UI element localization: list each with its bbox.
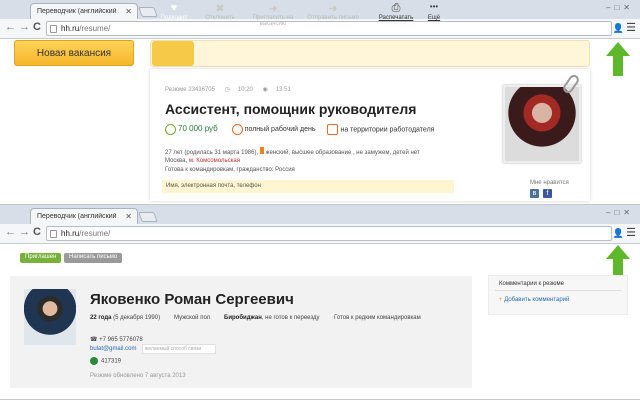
reject-button[interactable]: ✖ Отклонить [196, 2, 244, 21]
tab-title: Переводчик (английский я [37, 213, 119, 220]
travel-info: Готов к редким командировкам [334, 315, 421, 321]
person-icon[interactable]: 👤 [613, 23, 624, 34]
window-controls[interactable]: –□✕ [606, 3, 634, 12]
divider [495, 290, 621, 291]
invited-badge[interactable]: Приглашен [20, 253, 62, 263]
suitable-highlight [152, 41, 194, 66]
browser-window-1: Переводчик (английский я ✕ –□✕ ← → C hh.… [0, 0, 640, 205]
travel-info: Готова к командировкам, гражданство: Рос… [165, 167, 295, 173]
resume-views: 13:51 [275, 87, 291, 93]
updated-date: Резюме обновлено 7 августа 2013 [90, 373, 186, 379]
address-bar[interactable]: hh.ru/resume/ [46, 226, 612, 241]
city-info: Москва, м. Комсомольская [165, 158, 240, 164]
browser-tab[interactable]: Переводчик (английский я ✕ [30, 3, 138, 19]
tab-title: Переводчик (английский я [37, 8, 119, 15]
money-icon [165, 124, 176, 135]
plus-icon: + [499, 297, 503, 303]
resume-id: Резюме 23436705 [165, 87, 215, 93]
clock-icon: ◷ [224, 87, 230, 93]
reload-icon[interactable]: C [33, 21, 41, 33]
page-icon [50, 230, 57, 238]
resume-title: Ассистент, помощник руководителя [165, 101, 417, 117]
age-info: 22 года (5 декабря 1990) [90, 315, 161, 321]
up-arrow-icon [606, 245, 630, 279]
skype-icon [90, 357, 98, 365]
phone-icon: ☎ [90, 337, 98, 343]
suitable-button[interactable]: ♥ Подходит [150, 2, 198, 21]
comments-panel: Комментарии к резюме + Добавить коммента… [488, 275, 628, 315]
up-arrow-icon [606, 42, 630, 76]
address-bar[interactable]: hh.ru/resume/ [46, 21, 612, 36]
new-tab-button[interactable] [138, 212, 158, 222]
new-vacancy-button[interactable]: Новая вакансия [14, 40, 134, 66]
phone-info: ☎ +7 965 5776078 [90, 337, 143, 343]
candidate-photo [503, 85, 581, 163]
vk-share-icon[interactable]: в [530, 189, 539, 198]
url-host: hh.ru [61, 24, 80, 33]
personal-info: 27 лет (родилась 31 марта 1986), женский… [165, 147, 420, 156]
more-icon: ••• [429, 2, 439, 11]
add-comment-link[interactable]: + Добавить комментарий [499, 297, 569, 303]
heart-icon: ♥ [170, 2, 178, 14]
write-letter-button[interactable]: Написать письмо [64, 253, 123, 263]
browser-tab[interactable]: Переводчик (английский я ✕ [30, 208, 138, 224]
page-icon [50, 25, 57, 33]
metro-link[interactable]: м. Комсомольская [189, 158, 240, 164]
resume-meta: Резюме 23436705 ◷ 10:20 ◉ 13:51 [165, 86, 299, 93]
facebook-share-icon[interactable]: f [543, 189, 552, 198]
more-button[interactable]: ••• Ещё [410, 2, 458, 21]
back-icon[interactable]: ← [5, 226, 16, 238]
close-tab-icon[interactable]: ✕ [125, 7, 132, 16]
preferred-contact-hint: желаемый способ связи [142, 344, 216, 354]
arrow-right-icon: ➜ [328, 3, 338, 15]
url-path: /resume/ [79, 229, 111, 238]
sex-info: Мужской пол [174, 315, 211, 321]
person-icon[interactable]: 👤 [613, 228, 624, 239]
browser-toolbar: ← → C hh.ru/resume/ 👤 ☰ [0, 19, 640, 39]
window-controls[interactable]: –□✕ [606, 208, 634, 217]
back-icon[interactable]: ← [5, 21, 16, 33]
candidate-name: Яковенко Роман Сергеевич [90, 291, 294, 308]
menu-icon[interactable]: ☰ [626, 226, 636, 239]
schedule-icon [231, 124, 243, 135]
skype-info: 417319 [90, 357, 121, 365]
schedule: полный рабочий день [244, 126, 316, 134]
comments-title: Комментарии к резюме [499, 281, 564, 287]
menu-icon[interactable]: ☰ [626, 21, 636, 34]
eye-icon: ◉ [262, 87, 268, 93]
url-host: hh.ru [61, 229, 80, 238]
location-icon [327, 124, 339, 135]
forward-icon[interactable]: → [19, 21, 30, 33]
arrow-right-icon: ➜ [268, 3, 278, 15]
url-path: /resume/ [79, 24, 111, 33]
email-link[interactable]: bulat@gmail.com [90, 346, 136, 352]
salary-row: 70 000 руб полный рабочий день на террит… [165, 124, 434, 135]
resume-action-bar [150, 40, 590, 67]
work-location: на территории работодателя [340, 126, 435, 134]
invite-button[interactable]: ➜ Пригласить на вакансию [246, 2, 300, 27]
reload-icon[interactable]: C [33, 226, 41, 238]
resume-time: 10:20 [237, 87, 253, 93]
send-letter-button[interactable]: ➜ Отправить письмо [306, 2, 360, 21]
close-icon: ✖ [215, 3, 225, 15]
contact-placeholder[interactable]: Имя, электронная почта, телефон [162, 180, 454, 193]
close-tab-icon[interactable]: ✕ [125, 212, 132, 221]
candidate-photo [24, 289, 76, 345]
salary: 70 000 руб [178, 124, 218, 134]
female-icon [259, 147, 264, 154]
forward-icon[interactable]: → [19, 226, 30, 238]
city-info: Биробиджан, не готов к переезду [224, 315, 320, 321]
tab-bar: Переводчик (английский я ✕ –□✕ [0, 205, 640, 224]
browser-toolbar: ← → C hh.ru/resume/ 👤 ☰ [0, 224, 640, 244]
like-label: Мне нравится [530, 180, 569, 186]
